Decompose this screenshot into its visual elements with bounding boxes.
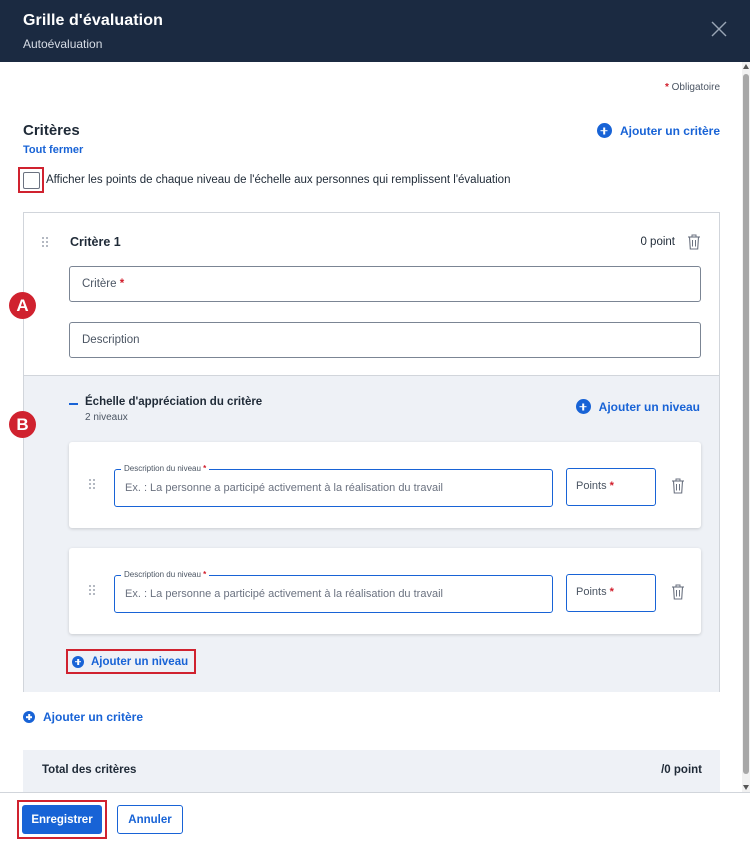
- drag-handle-icon[interactable]: [89, 585, 97, 597]
- plus-circle-icon: [575, 399, 591, 414]
- callout-marker-a: A: [9, 292, 36, 319]
- show-points-label: Afficher les points de chaque niveau de …: [46, 174, 511, 186]
- show-points-option: Afficher les points de chaque niveau de …: [18, 167, 510, 193]
- trash-icon[interactable]: [687, 234, 701, 250]
- add-level-top-button[interactable]: Ajouter un niveau: [575, 399, 700, 414]
- close-icon[interactable]: [710, 20, 728, 38]
- plus-circle-icon: [72, 655, 84, 668]
- level-points-input[interactable]: Points *: [566, 468, 656, 506]
- criterion-description-input[interactable]: Description: [69, 322, 701, 358]
- required-note: * Obligatoire: [664, 82, 720, 93]
- total-bar: Total des critères /0 point: [23, 750, 720, 792]
- dialog-title: Grille d'évaluation: [23, 12, 163, 29]
- scroll-down-icon[interactable]: [743, 785, 749, 790]
- level-description-input[interactable]: Description du niveau * Ex. : La personn…: [114, 464, 553, 507]
- dialog-body: * Obligatoire Critères Tout fermer Ajout…: [0, 62, 742, 792]
- callout-marker-b: B: [9, 411, 36, 438]
- level-card: Description du niveau * Ex. : La personn…: [69, 548, 701, 634]
- show-points-checkbox[interactable]: [22, 171, 40, 189]
- dialog-subtitle: Autoévaluation: [23, 37, 103, 51]
- criterion-points: 0 point: [640, 236, 675, 248]
- scroll-up-icon[interactable]: [743, 64, 749, 69]
- add-criterion-bottom-button[interactable]: Ajouter un critère: [23, 710, 143, 724]
- level-points-input[interactable]: Points *: [566, 574, 656, 612]
- total-label: Total des critères: [42, 764, 137, 776]
- trash-icon[interactable]: [671, 478, 685, 494]
- scale-level-count: 2 niveaux: [85, 412, 128, 423]
- collapse-minus-icon[interactable]: [69, 403, 78, 405]
- scrollbar-thumb[interactable]: [743, 74, 749, 774]
- total-value: /0 point: [661, 764, 702, 776]
- cancel-button[interactable]: Annuler: [117, 805, 183, 834]
- highlight-box: Enregistrer: [17, 800, 107, 839]
- drag-handle-icon[interactable]: [42, 237, 50, 249]
- add-criterion-top-button[interactable]: Ajouter un critère: [596, 123, 720, 138]
- level-card: Description du niveau * Ex. : La personn…: [69, 442, 701, 528]
- dialog-header: Grille d'évaluation Autoévaluation: [0, 0, 750, 62]
- trash-icon[interactable]: [671, 584, 685, 600]
- drag-handle-icon[interactable]: [89, 479, 97, 491]
- scale-title: Échelle d'appréciation du critère: [85, 396, 263, 408]
- section-title: Critères: [23, 122, 80, 139]
- add-level-bottom-button[interactable]: Ajouter un niveau: [66, 649, 197, 674]
- collapse-all-link[interactable]: Tout fermer: [23, 144, 83, 156]
- criterion-card: Critère 1 0 point Critère * Description …: [23, 212, 720, 692]
- highlight-box: [18, 167, 44, 193]
- level-description-input[interactable]: Description du niveau * Ex. : La personn…: [114, 570, 553, 613]
- scrollbar[interactable]: [742, 62, 750, 792]
- plus-circle-icon: [596, 123, 612, 138]
- rating-scale-panel: Échelle d'appréciation du critère 2 nive…: [24, 375, 719, 692]
- plus-circle-icon: [23, 711, 35, 723]
- criterion-name-input[interactable]: Critère *: [69, 266, 701, 302]
- save-button[interactable]: Enregistrer: [22, 805, 102, 834]
- criterion-title: Critère 1: [70, 235, 121, 249]
- dialog-footer: Enregistrer Annuler: [0, 792, 750, 848]
